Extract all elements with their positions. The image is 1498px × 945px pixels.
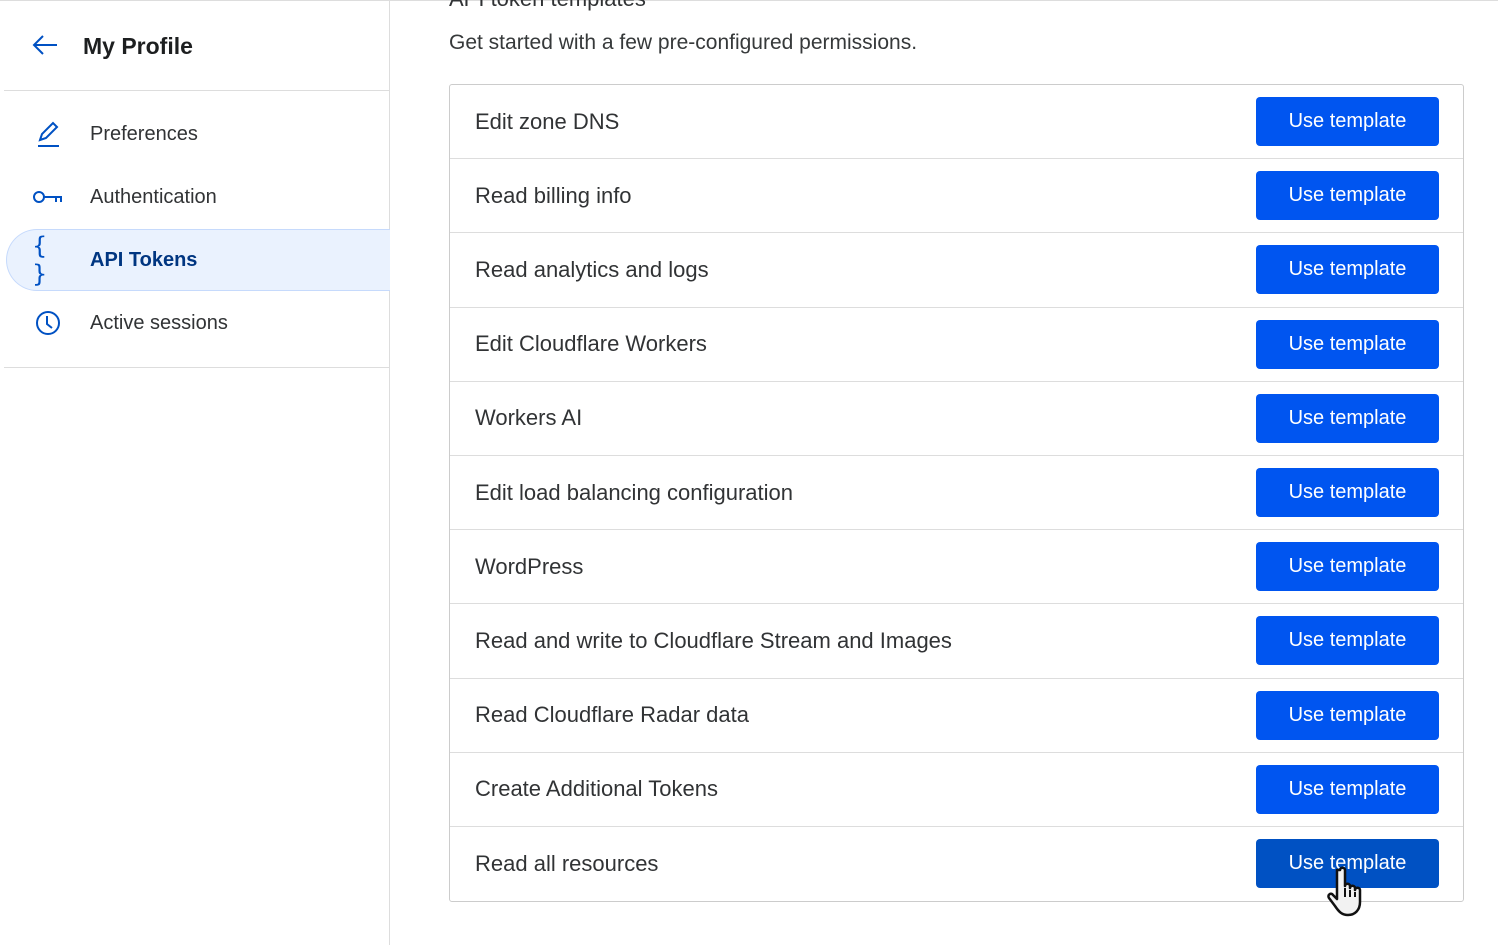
divider: [4, 367, 389, 368]
template-row: Workers AI Use template: [450, 382, 1463, 456]
use-template-button[interactable]: Use template: [1256, 171, 1439, 221]
template-name: Edit load balancing configuration: [475, 479, 794, 505]
section-subtitle: Get started with a few pre-configured pe…: [449, 31, 918, 54]
hand-cursor-icon: [1327, 866, 1362, 917]
braces-icon: { }: [32, 232, 48, 288]
pencil-icon: [32, 118, 64, 150]
template-row: Read and write to Cloudflare Stream and …: [450, 604, 1463, 679]
sidebar-item-label: Authentication: [90, 185, 217, 208]
template-name: Workers AI: [475, 405, 583, 431]
sidebar-item-label: Preferences: [90, 122, 198, 145]
template-name: Create Additional Tokens: [475, 776, 718, 802]
use-template-button[interactable]: Use template: [1256, 616, 1439, 666]
use-template-button[interactable]: Use template: [1256, 319, 1439, 369]
template-list: Edit zone DNS Use template Read billing in…: [449, 84, 1464, 903]
template-name: WordPress: [475, 553, 584, 579]
section-heading: API token templates: [449, 0, 646, 12]
sidebar-item-active-sessions[interactable]: Active sessions: [6, 292, 390, 354]
template-row: Read analytics and logs Use template: [450, 233, 1463, 308]
sidebar-item-label: API Tokens: [90, 248, 198, 271]
use-template-button[interactable]: Use template: [1256, 393, 1439, 443]
use-template-button[interactable]: Use template: [1256, 97, 1439, 147]
template-row: WordPress Use template: [450, 530, 1463, 605]
template-row: Edit Cloudflare Workers Use template: [450, 308, 1463, 382]
template-name: Read analytics and logs: [475, 256, 709, 282]
template-row: Edit zone DNS Use template: [450, 85, 1463, 160]
template-name: Edit zone DNS: [475, 108, 620, 134]
sidebar-header: My Profile: [4, 0, 389, 91]
use-template-button[interactable]: Use template: [1256, 690, 1439, 740]
template-name: Edit Cloudflare Workers: [475, 331, 707, 357]
template-name: Read all resources: [475, 850, 659, 876]
template-row: Read Cloudflare Radar data Use template: [450, 679, 1463, 753]
clock-icon: [32, 307, 64, 339]
key-icon: [32, 181, 64, 213]
sidebar-item-authentication[interactable]: Authentication: [6, 166, 390, 228]
template-row: Create Additional Tokens Use template: [450, 753, 1463, 827]
template-row: Read billing info Use template: [450, 159, 1463, 234]
template-name: Read and write to Cloudflare Stream and …: [475, 627, 952, 653]
sidebar-title: My Profile: [83, 33, 193, 59]
template-row: Read all resources Use template: [450, 827, 1463, 901]
template-name: Read billing info: [475, 182, 632, 208]
use-template-button[interactable]: Use template: [1256, 764, 1439, 814]
use-template-button[interactable]: Use template: [1256, 468, 1439, 518]
use-template-button[interactable]: Use template: [1256, 245, 1439, 295]
sidebar-item-api-tokens[interactable]: { } API Tokens: [6, 229, 390, 291]
template-name: Read Cloudflare Radar data: [475, 702, 749, 728]
sidebar-item-preferences[interactable]: Preferences: [6, 103, 390, 165]
sidebar: My Profile Preferences Authentication { …: [0, 0, 390, 945]
use-template-button[interactable]: Use template: [1256, 542, 1439, 592]
template-row: Edit load balancing configuration Use tem…: [450, 456, 1463, 531]
sidebar-item-label: Active sessions: [90, 311, 228, 334]
back-arrow-icon[interactable]: [30, 30, 60, 60]
